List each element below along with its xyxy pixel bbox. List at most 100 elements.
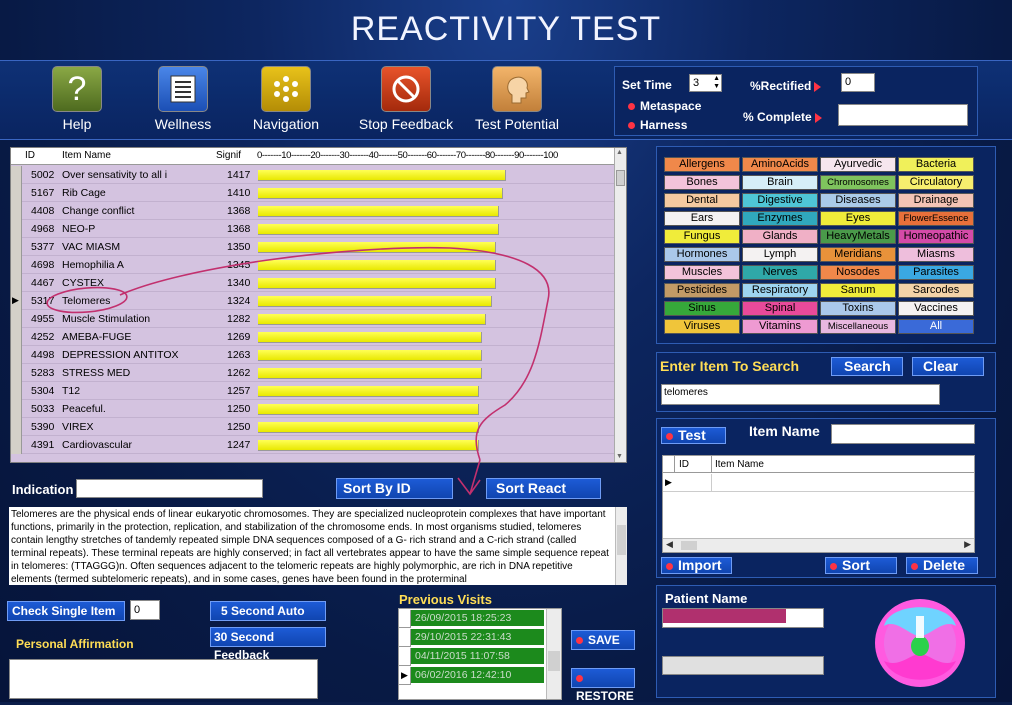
patient-name-field[interactable] — [662, 608, 824, 628]
thirty-second-feedback-button[interactable]: 30 Second Feedback — [210, 627, 326, 662]
visit-item[interactable]: 26/09/2015 18:25:23 — [411, 610, 544, 627]
description-scrollbar[interactable] — [615, 507, 627, 585]
check-single-item-field[interactable]: 0 — [130, 600, 160, 620]
clear-button[interactable]: Clear — [912, 357, 984, 376]
category-allergens[interactable]: Allergens — [664, 157, 740, 172]
category-bones[interactable]: Bones — [664, 175, 740, 190]
save-label: SAVE — [588, 633, 620, 647]
visits-scroll-thumb[interactable] — [548, 651, 560, 671]
red-dot-icon — [576, 675, 583, 683]
category-eyes[interactable]: Eyes — [820, 211, 896, 226]
red-dot-icon — [576, 637, 583, 645]
red-dot-icon — [666, 562, 673, 570]
category-respiratory[interactable]: Respiratory — [742, 283, 818, 298]
visit-row-selector[interactable] — [399, 648, 411, 666]
delete-button[interactable]: Delete — [906, 557, 978, 574]
category-meridians[interactable]: Meridians — [820, 247, 896, 262]
patient-secondary-field[interactable] — [662, 656, 824, 675]
red-dot-icon — [830, 562, 837, 570]
visit-row-selector[interactable] — [399, 610, 411, 628]
category-ears[interactable]: Ears — [664, 211, 740, 226]
category-fungus[interactable]: Fungus — [664, 229, 740, 244]
visit-row-selector[interactable] — [399, 629, 411, 647]
search-button[interactable]: Search — [831, 357, 903, 376]
category-lymph[interactable]: Lymph — [742, 247, 818, 262]
visit-item[interactable]: 04/11/2015 11:07:58 — [411, 648, 544, 665]
category-digestive[interactable]: Digestive — [742, 193, 818, 208]
test-label: Test — [678, 427, 706, 443]
category-glands[interactable]: Glands — [742, 229, 818, 244]
check-single-item-button[interactable]: Check Single Item — [7, 601, 125, 621]
category-sanum[interactable]: Sanum — [820, 283, 896, 298]
category-miscellaneous[interactable]: Miscellaneous — [820, 319, 896, 334]
sort-by-id-button[interactable]: Sort By ID — [336, 478, 453, 499]
category-circulatory[interactable]: Circulatory — [898, 175, 974, 190]
restore-button[interactable]: RESTORE — [571, 668, 635, 703]
sort-button[interactable]: Sort — [825, 557, 897, 574]
category-ayurvedic[interactable]: Ayurvedic — [820, 157, 896, 172]
category-nerves[interactable]: Nerves — [742, 265, 818, 280]
category-heavymetals[interactable]: HeavyMetals — [820, 229, 896, 244]
patient-name-label: Patient Name — [665, 591, 748, 606]
category-brain[interactable]: Brain — [742, 175, 818, 190]
import-button[interactable]: Import — [661, 557, 732, 574]
description-body: Telomeres are the physical ends of linea… — [11, 509, 609, 585]
test-grid-header: ID Item Name — [663, 456, 974, 473]
hscroll-thumb[interactable] — [681, 541, 697, 550]
description-scroll-thumb[interactable] — [617, 525, 626, 555]
test-grid-hscrollbar[interactable]: ◀ ▶ — [663, 538, 974, 552]
category-nosodes[interactable]: Nosodes — [820, 265, 896, 280]
save-button[interactable]: SAVE — [571, 630, 635, 650]
description-text: Telomeres are the physical ends of linea… — [9, 507, 627, 585]
category-enzymes[interactable]: Enzymes — [742, 211, 818, 226]
test-items-grid[interactable]: ID Item Name ▶ ◀ ▶ — [662, 455, 975, 553]
restore-label: RESTORE — [576, 689, 634, 703]
test-button[interactable]: Test — [661, 427, 726, 444]
category-vaccines[interactable]: Vaccines — [898, 301, 974, 316]
category-floweressence[interactable]: FlowerEssence — [898, 211, 974, 226]
visits-scrollbar[interactable] — [546, 609, 561, 699]
category-spinal[interactable]: Spinal — [742, 301, 818, 316]
scroll-left-icon[interactable]: ◀ — [666, 539, 673, 550]
category-bacteria[interactable]: Bacteria — [898, 157, 974, 172]
category-muscles[interactable]: Muscles — [664, 265, 740, 280]
category-parasites[interactable]: Parasites — [898, 265, 974, 280]
previous-visits-list[interactable]: 26/09/2015 18:25:23 29/10/2015 22:31:43 04… — [398, 608, 562, 700]
indication-field[interactable] — [76, 479, 263, 498]
test-col-item-name[interactable]: Item Name — [715, 459, 764, 470]
category-diseases[interactable]: Diseases — [820, 193, 896, 208]
test-grid-row[interactable]: ▶ — [663, 474, 974, 492]
visit-item[interactable]: 29/10/2015 22:31:43 — [411, 629, 544, 646]
scroll-right-icon[interactable]: ▶ — [964, 539, 971, 550]
category-pesticides[interactable]: Pesticides — [664, 283, 740, 298]
test-col-id[interactable]: ID — [679, 459, 689, 470]
search-input[interactable]: telomeres — [661, 384, 940, 405]
sort-react-button[interactable]: Sort React — [486, 478, 601, 499]
visit-item[interactable]: 06/02/2016 12:42:10 — [411, 667, 544, 684]
category-homeopathic[interactable]: Homeopathic — [898, 229, 974, 244]
category-dental[interactable]: Dental — [664, 193, 740, 208]
visit-row-selector[interactable]: ▶ — [399, 667, 411, 685]
category-aminoacids[interactable]: AminoAcids — [742, 157, 818, 172]
category-sarcodes[interactable]: Sarcodes — [898, 283, 974, 298]
category-miasms[interactable]: Miasms — [898, 247, 974, 262]
row-pointer-icon: ▶ — [665, 477, 672, 487]
category-drainage[interactable]: Drainage — [898, 193, 974, 208]
category-toxins[interactable]: Toxins — [820, 301, 896, 316]
five-second-auto-button[interactable]: 5 Second Auto — [210, 601, 326, 621]
delete-label: Delete — [923, 557, 966, 573]
personal-affirmation-label: Personal Affirmation — [16, 637, 134, 651]
category-chromosomes[interactable]: Chromosomes — [820, 175, 896, 190]
category-viruses[interactable]: Viruses — [664, 319, 740, 334]
item-name-label: Item Name — [749, 423, 820, 439]
red-dot-icon — [911, 562, 918, 570]
category-vitamins[interactable]: Vitamins — [742, 319, 818, 334]
category-all[interactable]: All — [898, 319, 974, 334]
personal-affirmation-field[interactable] — [9, 659, 318, 699]
category-hormones[interactable]: Hormones — [664, 247, 740, 262]
row-pointer-icon: ▶ — [401, 670, 408, 680]
red-dot-icon — [666, 432, 673, 440]
category-sinus[interactable]: Sinus — [664, 301, 740, 316]
item-name-field[interactable] — [831, 424, 975, 444]
sort-label: Sort — [842, 557, 870, 573]
